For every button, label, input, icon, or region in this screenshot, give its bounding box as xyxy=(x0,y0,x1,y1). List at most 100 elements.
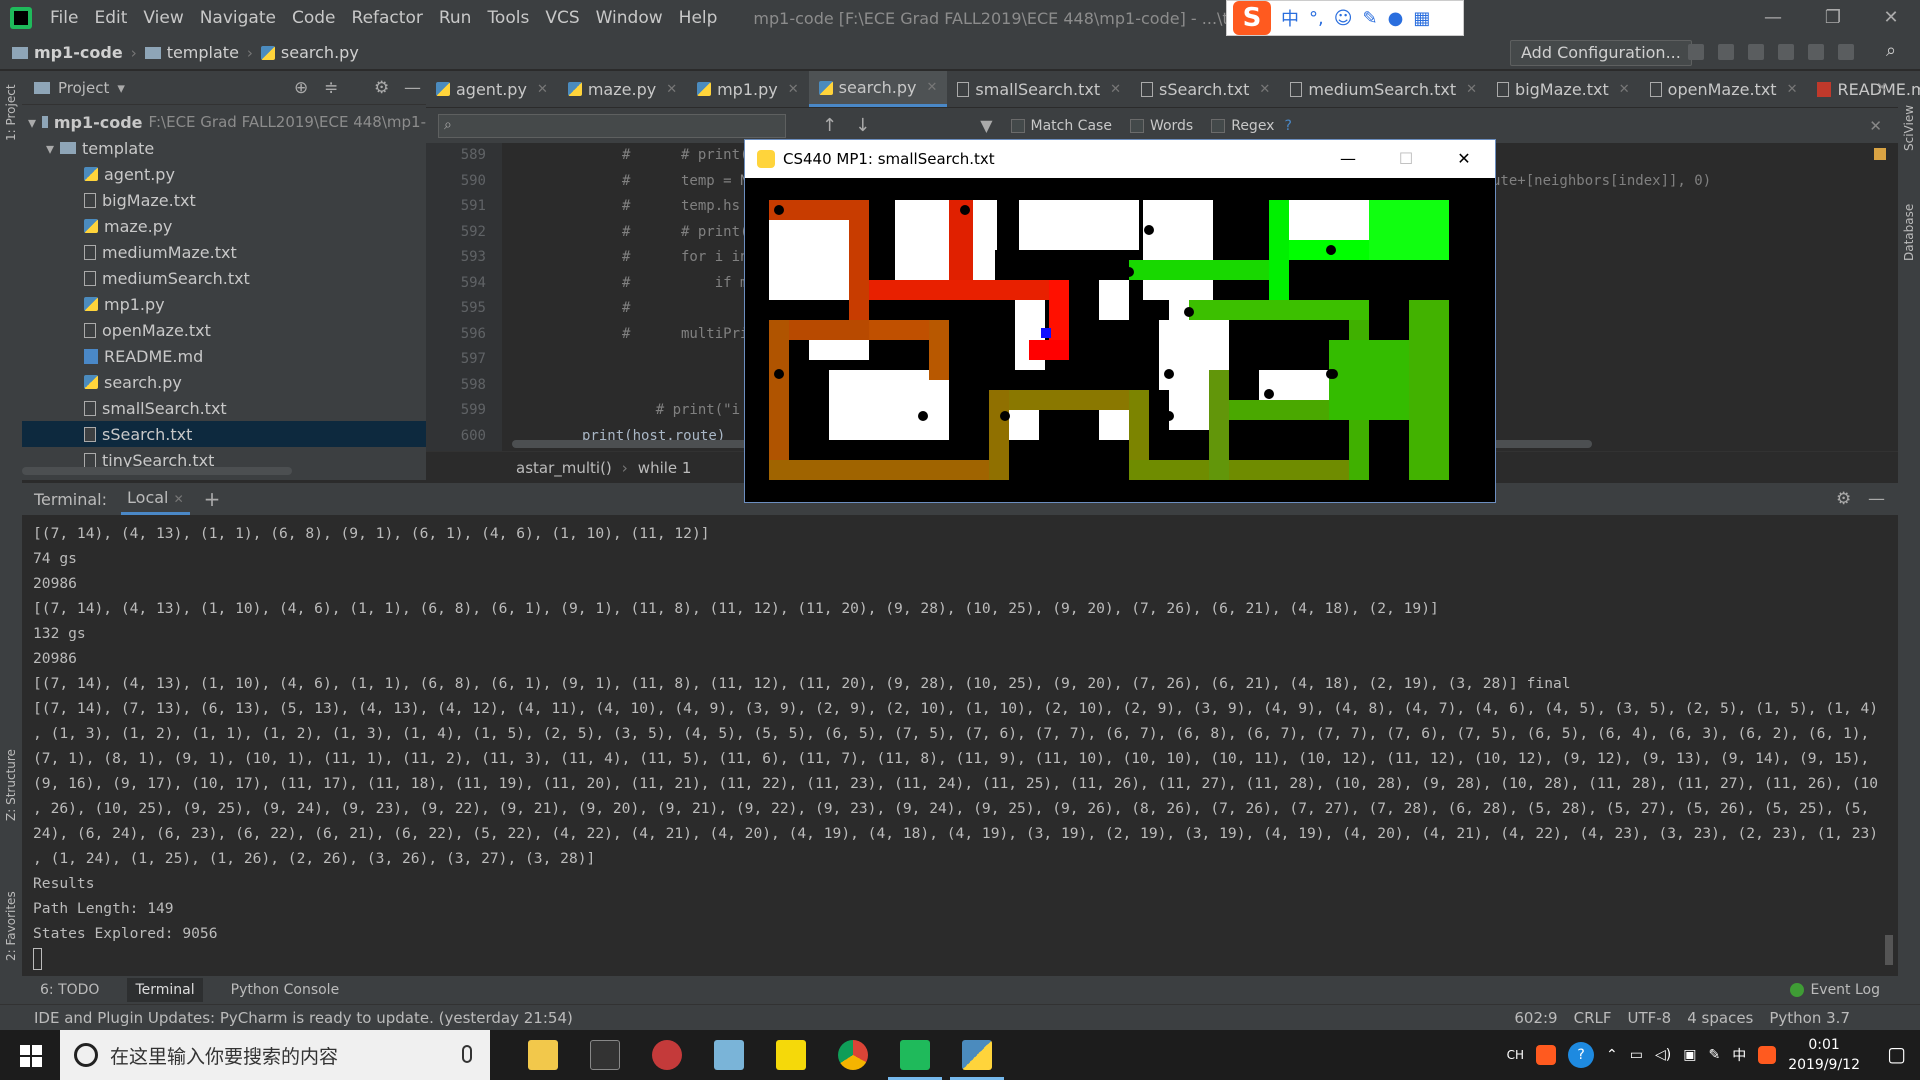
tree-folder-template[interactable]: ▾ template xyxy=(22,135,426,161)
coverage-icon[interactable] xyxy=(1748,44,1764,60)
tree-root[interactable]: ▾ mp1-code F:\ECE Grad FALL2019\ECE 448\… xyxy=(22,109,426,135)
indent-setting[interactable]: 4 spaces xyxy=(1687,1009,1753,1027)
close-tab-icon[interactable]: ✕ xyxy=(1876,80,1888,96)
terminal-output[interactable]: [(7, 14), (4, 13), (1, 1), (6, 8), (9, 1… xyxy=(22,515,1880,975)
tab-readme-md[interactable]: README.md xyxy=(1807,71,1920,107)
close-button[interactable]: ✕ xyxy=(1868,0,1914,36)
mic-icon[interactable]: ● xyxy=(1388,8,1404,29)
tree-file[interactable]: search.py xyxy=(22,369,426,395)
hide-panel-icon[interactable]: — xyxy=(1868,489,1885,509)
menu-window[interactable]: Window xyxy=(588,8,671,28)
menu-refactor[interactable]: Refactor xyxy=(344,8,431,28)
search-everywhere-icon[interactable]: ⌕ xyxy=(1886,40,1902,61)
gear-icon[interactable]: ⚙ xyxy=(374,78,389,98)
terminal-scrollbar[interactable] xyxy=(1880,515,1898,975)
ime-mode-indicator[interactable]: 中 xyxy=(1281,5,1299,31)
maze-window-titlebar[interactable]: CS440 MP1: smallSearch.txt — ☐ ✕ xyxy=(745,140,1495,178)
cmd-icon[interactable] xyxy=(590,1040,620,1070)
sticky-notes-icon[interactable] xyxy=(776,1040,806,1070)
grid-icon[interactable]: ▦ xyxy=(1413,8,1430,29)
python-taskbar-icon[interactable] xyxy=(962,1040,992,1070)
sogou-tray-icon[interactable] xyxy=(1536,1045,1557,1065)
caret-position[interactable]: 602:9 xyxy=(1514,1009,1557,1027)
python-console-tool-button[interactable]: Python Console xyxy=(231,982,340,998)
checkbox-icon[interactable] xyxy=(1129,118,1144,133)
notification-icon[interactable]: ▢ xyxy=(1887,1042,1906,1066)
regex-help-link[interactable]: ? xyxy=(1284,118,1291,134)
maze-minimize-button[interactable]: — xyxy=(1319,140,1377,178)
emoji-icon[interactable]: ☺ xyxy=(1334,8,1353,29)
terminal-tab-local[interactable]: Local ✕ xyxy=(121,483,190,515)
menu-edit[interactable]: Edit xyxy=(86,8,135,28)
regex-checkbox[interactable]: Regex xyxy=(1211,118,1274,134)
checkbox-icon[interactable] xyxy=(1211,118,1226,133)
maze-maximize-button[interactable]: ☐ xyxy=(1377,140,1435,178)
close-icon[interactable]: ✕ xyxy=(927,80,938,95)
run-icon[interactable] xyxy=(1688,44,1704,60)
notepad-icon[interactable] xyxy=(714,1040,744,1070)
structure-tool-button[interactable]: Z: Structure xyxy=(4,749,18,821)
tree-file[interactable]: mediumMaze.txt xyxy=(22,239,426,265)
breadcrumb-loop[interactable]: while 1 xyxy=(638,459,692,477)
ime-toolbar[interactable]: S 中 °, ☺ ✎ ● ▦ xyxy=(1226,0,1464,36)
battery-icon[interactable]: ▭ xyxy=(1630,1047,1643,1063)
tab-mediumsearch-txt[interactable]: mediumSearch.txt ✕ xyxy=(1280,71,1487,107)
taskbar-search[interactable]: 在这里输入你要搜索的内容 xyxy=(60,1030,490,1080)
sogou-logo-icon[interactable]: S xyxy=(1233,1,1271,35)
tree-file[interactable]: smallSearch.txt xyxy=(22,395,426,421)
tab-ssearch-txt[interactable]: sSearch.txt ✕ xyxy=(1131,71,1280,107)
pen-icon[interactable]: ✎ xyxy=(1363,8,1378,29)
todo-tool-button[interactable]: 6: TODO xyxy=(40,982,99,998)
find-input[interactable] xyxy=(438,113,786,138)
favorites-tool-button[interactable]: 2: Favorites xyxy=(4,891,18,961)
menu-tools[interactable]: Tools xyxy=(479,8,537,28)
ime-tray-indicator[interactable]: 中 xyxy=(1732,1045,1746,1065)
clock[interactable]: 0:01 2019/9/12 xyxy=(1788,1035,1860,1075)
breadcrumb-function[interactable]: astar_multi() xyxy=(516,459,612,477)
debug-icon[interactable] xyxy=(1718,44,1734,60)
file-encoding[interactable]: UTF-8 xyxy=(1628,1009,1672,1027)
horizontal-scrollbar[interactable] xyxy=(22,467,292,475)
help-icon[interactable]: ? xyxy=(1568,1042,1595,1068)
add-configuration-button[interactable]: Add Configuration... xyxy=(1510,40,1692,66)
database-tool-button[interactable]: Database xyxy=(1902,204,1916,261)
checkbox-icon[interactable] xyxy=(1010,118,1025,133)
tab-agent-py[interactable]: agent.py ✕ xyxy=(426,71,558,107)
filter-icon[interactable]: ▼ xyxy=(980,116,992,135)
breadcrumb-project[interactable]: mp1-code xyxy=(12,43,123,62)
terminal-tool-button[interactable]: Terminal xyxy=(127,978,203,1002)
menu-code[interactable]: Code xyxy=(284,8,344,28)
breadcrumb-folder[interactable]: template xyxy=(144,43,239,62)
mic-icon[interactable] xyxy=(462,1045,472,1063)
file-explorer-icon[interactable] xyxy=(528,1040,558,1070)
close-icon[interactable]: ✕ xyxy=(1787,82,1798,97)
project-view-selector[interactable]: Project xyxy=(58,79,109,97)
maze-window[interactable]: CS440 MP1: smallSearch.txt — ☐ ✕ xyxy=(744,139,1496,503)
chevron-down-icon[interactable]: ▾ xyxy=(117,79,125,97)
snipping-tool-icon[interactable] xyxy=(652,1040,682,1070)
warning-marker[interactable] xyxy=(1874,148,1886,160)
project-tool-button[interactable]: 1: Project xyxy=(4,84,18,141)
chevron-down-icon[interactable]: ▾ xyxy=(46,139,54,158)
menu-navigate[interactable]: Navigate xyxy=(192,8,284,28)
pycharm-taskbar-icon[interactable] xyxy=(900,1040,930,1070)
tree-file[interactable]: bigMaze.txt xyxy=(22,187,426,213)
close-icon[interactable]: ✕ xyxy=(666,82,677,97)
tree-file[interactable]: mediumSearch.txt xyxy=(22,265,426,291)
tree-file[interactable]: README.md xyxy=(22,343,426,369)
start-button[interactable] xyxy=(0,1030,60,1080)
minimize-button[interactable]: — xyxy=(1750,0,1796,36)
tab-smallsearch-txt[interactable]: smallSearch.txt ✕ xyxy=(947,71,1131,107)
menu-vcs[interactable]: VCS xyxy=(537,8,587,28)
tree-file[interactable]: mp1.py xyxy=(22,291,426,317)
locate-icon[interactable]: ⊕ xyxy=(294,78,308,98)
words-checkbox[interactable]: Words xyxy=(1129,118,1193,134)
tab-search-py[interactable]: search.py ✕ xyxy=(808,71,948,107)
new-terminal-icon[interactable]: + xyxy=(204,487,221,511)
close-icon[interactable]: ✕ xyxy=(174,492,184,506)
pen-icon[interactable]: ✎ xyxy=(1708,1047,1720,1063)
close-icon[interactable]: ✕ xyxy=(537,82,548,97)
scroll-thumb[interactable] xyxy=(1885,935,1893,965)
close-icon[interactable]: ✕ xyxy=(1466,82,1477,97)
tab-mp1-py[interactable]: mp1.py ✕ xyxy=(687,71,809,107)
